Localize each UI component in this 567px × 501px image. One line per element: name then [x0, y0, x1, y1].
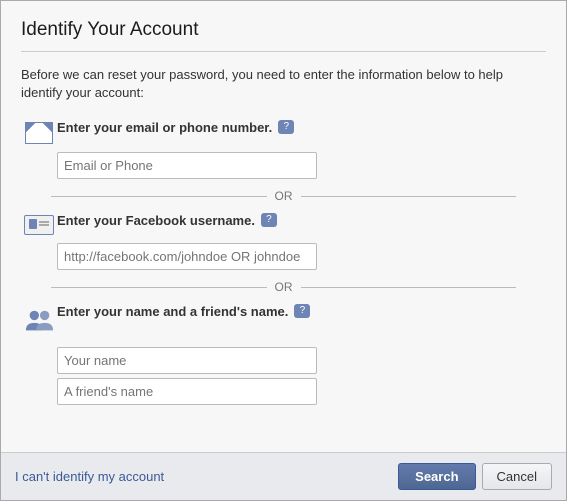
name-section-row: Enter your name and a friend's name. ?: [21, 304, 546, 339]
dialog-footer: I can't identify my account Search Cance…: [1, 452, 566, 500]
dialog-title: Identify Your Account: [21, 19, 546, 41]
or-divider-2: OR: [51, 280, 516, 294]
cancel-button[interactable]: Cancel: [482, 463, 552, 490]
your-name-input[interactable]: [57, 347, 317, 374]
id-card-icon-wrap: [21, 215, 57, 235]
username-section-label: Enter your Facebook username.: [57, 213, 255, 228]
identify-account-dialog: Identify Your Account Before we can rese…: [0, 0, 567, 501]
mail-icon-wrap: [21, 122, 57, 144]
id-card-icon: [24, 215, 54, 235]
people-icon: [24, 306, 54, 339]
name-section-label: Enter your name and a friend's name.: [57, 304, 288, 319]
dialog-content: Identify Your Account Before we can rese…: [1, 1, 566, 452]
title-divider: [21, 51, 546, 52]
email-phone-input[interactable]: [57, 152, 317, 179]
intro-text: Before we can reset your password, you n…: [21, 66, 546, 102]
username-input[interactable]: [57, 243, 317, 270]
mail-icon: [25, 122, 53, 144]
email-section: Enter your email or phone number. ?: [21, 120, 546, 179]
friends-name-input[interactable]: [57, 378, 317, 405]
footer-buttons: Search Cancel: [398, 463, 552, 490]
email-help-link[interactable]: ?: [278, 120, 294, 134]
search-button[interactable]: Search: [398, 463, 475, 490]
people-icon-wrap: [21, 306, 57, 339]
username-help-link[interactable]: ?: [261, 213, 277, 227]
or-divider-1: OR: [51, 189, 516, 203]
username-section: Enter your Facebook username. ?: [21, 213, 546, 270]
email-section-row: Enter your email or phone number. ?: [21, 120, 546, 144]
username-section-row: Enter your Facebook username. ?: [21, 213, 546, 235]
name-help-link[interactable]: ?: [294, 304, 310, 318]
name-section: Enter your name and a friend's name. ?: [21, 304, 546, 405]
cant-identify-link[interactable]: I can't identify my account: [15, 469, 164, 484]
email-section-label: Enter your email or phone number.: [57, 120, 272, 135]
